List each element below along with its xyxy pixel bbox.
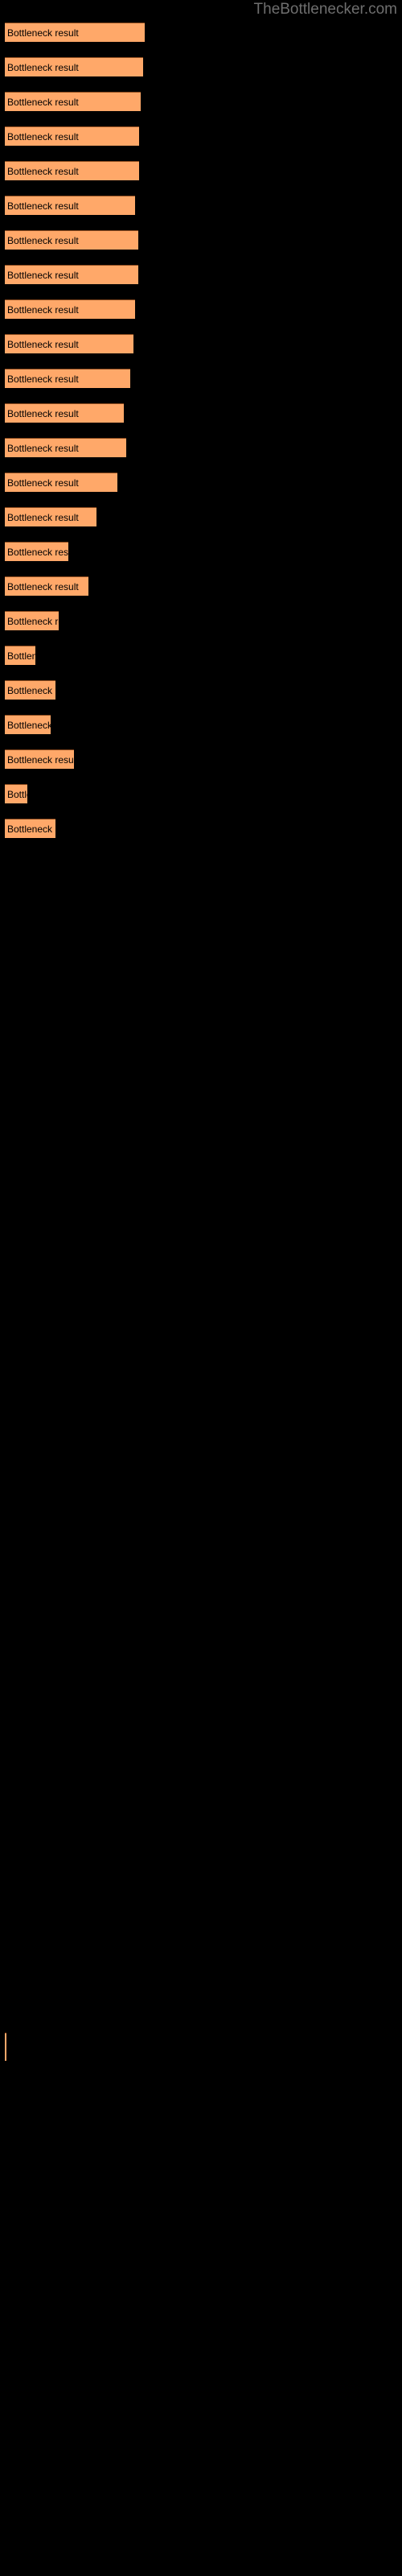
bar-row: Bottleneck result (0, 646, 402, 667)
bar[interactable]: Bottleneck result (5, 646, 35, 665)
bar-row: Bottleneck result (0, 715, 402, 736)
bar[interactable]: Bottleneck result (5, 680, 55, 700)
bar-row: Bottleneck result (0, 265, 402, 286)
bar-row: Bottleneck result (0, 576, 402, 597)
bar[interactable]: Bottleneck result (5, 23, 145, 42)
bar-label: Bottleneck result (7, 443, 79, 454)
bar-label: Bottleneck result (7, 304, 79, 316)
bar-row: Bottleneck result (0, 507, 402, 528)
bar-label: Bottleneck result (7, 547, 68, 558)
bar-row: Bottleneck result (0, 611, 402, 632)
bar[interactable]: Bottleneck result (5, 196, 135, 215)
bar[interactable]: Bottleneck result (5, 299, 135, 319)
bar[interactable]: Bottleneck result (5, 126, 139, 146)
bar-label: Bottleneck result (7, 200, 79, 212)
bar-label: Bottleneck result (7, 408, 79, 419)
bar-label: Bottleneck result (7, 512, 79, 523)
bar[interactable]: Bottleneck result (5, 819, 55, 838)
bar[interactable]: Bottleneck result (5, 473, 117, 492)
bar-row: Bottleneck result (0, 403, 402, 424)
bar-label: Bottleneck result (7, 374, 79, 385)
bar-tick[interactable] (5, 2033, 6, 2061)
bar-label: Bottleneck result (7, 754, 74, 766)
bar[interactable]: Bottleneck result (5, 576, 88, 596)
bar-row: Bottleneck result (0, 819, 402, 840)
bar-row (0, 2033, 402, 2061)
bar-row: Bottleneck result (0, 299, 402, 320)
bar-label: Bottleneck result (7, 824, 55, 835)
bar[interactable]: Bottleneck result (5, 784, 27, 803)
bar-label: Bottleneck result (7, 62, 79, 73)
bar[interactable]: Bottleneck result (5, 265, 138, 284)
bar[interactable]: Bottleneck result (5, 161, 139, 180)
bar-row: Bottleneck result (0, 230, 402, 251)
bar-label: Bottleneck result (7, 650, 35, 662)
bar-row: Bottleneck result (0, 680, 402, 701)
bar[interactable]: Bottleneck result (5, 369, 130, 388)
bar-label: Bottleneck result (7, 685, 55, 696)
bar[interactable]: Bottleneck result (5, 403, 124, 423)
bar-label: Bottleneck result (7, 27, 79, 39)
bar-label: Bottleneck result (7, 616, 59, 627)
bar-row: Bottleneck result (0, 473, 402, 493)
bar[interactable]: Bottleneck result (5, 507, 96, 526)
bar-label: Bottleneck result (7, 339, 79, 350)
bar[interactable]: Bottleneck result (5, 92, 141, 111)
bar-row: Bottleneck result (0, 784, 402, 805)
bar[interactable]: Bottleneck result (5, 230, 138, 250)
bar-row: Bottleneck result (0, 196, 402, 217)
bar[interactable]: Bottleneck result (5, 749, 74, 769)
bar-row: Bottleneck result (0, 57, 402, 78)
bar-label: Bottleneck result (7, 789, 27, 800)
bar-row: Bottleneck result (0, 23, 402, 43)
bar[interactable]: Bottleneck result (5, 715, 51, 734)
bar[interactable]: Bottleneck result (5, 438, 126, 457)
bottleneck-bar-chart: Bottleneck result Bottleneck result Bottle… (0, 0, 402, 2576)
bar-row: Bottleneck result (0, 161, 402, 182)
bar-row: Bottleneck result (0, 438, 402, 459)
bar-label: Bottleneck result (7, 97, 79, 108)
bar[interactable]: Bottleneck result (5, 334, 133, 353)
bar-label: Bottleneck result (7, 166, 79, 177)
bar-row: Bottleneck result (0, 126, 402, 147)
bar[interactable]: Bottleneck result (5, 611, 59, 630)
bar-label: Bottleneck result (7, 131, 79, 142)
bar-label: Bottleneck result (7, 235, 79, 246)
bar-label: Bottleneck result (7, 477, 79, 489)
bar-label: Bottleneck result (7, 581, 79, 592)
bar-row: Bottleneck result (0, 369, 402, 390)
bar-row: Bottleneck result (0, 542, 402, 563)
bar-row: Bottleneck result (0, 334, 402, 355)
bar-label: Bottleneck result (7, 270, 79, 281)
bar[interactable]: Bottleneck result (5, 542, 68, 561)
bar-row: Bottleneck result (0, 92, 402, 113)
bar-row: Bottleneck result (0, 749, 402, 770)
bar[interactable]: Bottleneck result (5, 57, 143, 76)
bar-label: Bottleneck result (7, 720, 51, 731)
